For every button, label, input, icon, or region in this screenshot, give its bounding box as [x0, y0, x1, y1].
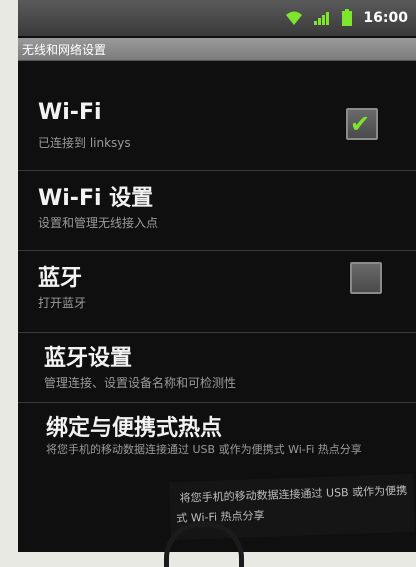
- setting-wifi-title: Wi-Fi: [38, 100, 102, 125]
- scrap-line-1: 将您手机的移动数据连接通过 USB 或作为便携: [179, 483, 408, 505]
- title-bar: 无线和网络设置: [18, 38, 416, 61]
- clock: 16:00: [363, 10, 408, 26]
- setting-wifi-settings-title: Wi-Fi 设置: [38, 186, 154, 211]
- checkmark-icon: ✔: [350, 110, 371, 138]
- setting-tethering[interactable]: 绑定与便携式热点 将您手机的移动数据连接通过 USB 或作为便携式 Wi-Fi …: [18, 410, 416, 482]
- bluetooth-checkbox[interactable]: [350, 262, 382, 294]
- divider: [18, 170, 416, 171]
- setting-bluetooth-settings-subtitle: 管理连接、设置设备名称和可检测性: [44, 376, 237, 390]
- setting-bluetooth-title: 蓝牙: [38, 266, 83, 291]
- wifi-icon: [286, 11, 303, 25]
- status-bar: 16:00: [18, 0, 416, 36]
- battery-icon: [342, 9, 353, 26]
- phone-screen: 16:00 无线和网络设置 Wi-Fi 已连接到 linksys ✔ Wi-Fi…: [18, 0, 416, 567]
- status-icons: 16:00: [285, 8, 408, 28]
- setting-wifi-settings-subtitle: 设置和管理无线接入点: [38, 216, 159, 230]
- setting-tethering-subtitle: 将您手机的移动数据连接通过 USB 或作为便携式 Wi-Fi 热点分享: [46, 443, 362, 456]
- divider: [18, 402, 416, 403]
- signal-icon: [314, 12, 330, 25]
- divider: [18, 332, 416, 333]
- setting-bluetooth-subtitle: 打开蓝牙: [38, 296, 87, 310]
- divider: [18, 250, 416, 251]
- wifi-checkbox[interactable]: ✔: [346, 108, 378, 140]
- setting-bluetooth-settings-title: 蓝牙设置: [44, 346, 133, 371]
- page-title: 无线和网络设置: [22, 43, 107, 57]
- setting-tethering-title: 绑定与便携式热点: [46, 416, 223, 441]
- setting-wifi-settings[interactable]: Wi-Fi 设置 设置和管理无线接入点: [18, 180, 416, 252]
- setting-wifi-subtitle: 已连接到 linksys: [38, 136, 131, 150]
